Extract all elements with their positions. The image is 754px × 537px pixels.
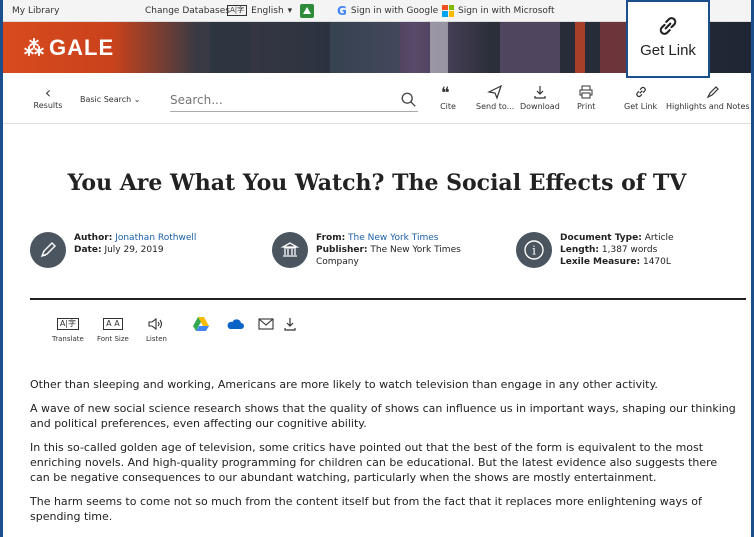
link-icon <box>635 86 646 98</box>
get-link-button[interactable]: Get Link <box>624 84 657 111</box>
highlights-label: Highlights and Notes (0 <box>666 102 754 111</box>
document-toolbar: ‹ Results Basic Search ⌄ ❝ Cite Send to.… <box>0 80 754 124</box>
sign-in-google-button[interactable]: G Sign in with Google <box>337 4 438 18</box>
onedrive-icon <box>227 319 244 329</box>
gale-logo[interactable]: ⁂ GALE <box>24 35 114 61</box>
language-label: English <box>251 5 284 16</box>
info-icon: i <box>516 232 552 268</box>
date-value: July 29, 2019 <box>104 245 164 255</box>
get-link-callout-label: Get Link <box>640 42 696 59</box>
caret-down-icon: ▾ <box>287 5 293 16</box>
gale-logo-text: GALE <box>49 35 115 60</box>
paragraph: The harm seems to come not so much from … <box>30 495 702 523</box>
get-link-label: Get Link <box>624 102 658 111</box>
font-size-label: Font Size <box>97 335 129 343</box>
language-selector[interactable]: A|字 English ▾ <box>227 5 292 16</box>
get-link-callout[interactable]: Get Link <box>626 0 710 78</box>
change-databases-link[interactable]: Change Databases <box>145 6 230 16</box>
length-value: 1,387 words <box>601 245 658 255</box>
lexile-value: 1470L <box>642 257 671 267</box>
paragraph: In this so-called golden age of televisi… <box>30 441 718 484</box>
section-divider <box>30 298 746 300</box>
translate-icon: A|字 <box>56 318 79 330</box>
sign-in-microsoft-label: Sign in with Microsoft <box>458 5 555 16</box>
basic-search-label: Basic Search <box>80 95 132 104</box>
sign-in-google-label: Sign in with Google <box>350 5 439 16</box>
download-icon <box>284 318 296 331</box>
email-button[interactable] <box>258 315 274 335</box>
cite-button[interactable]: ❝ Cite <box>440 84 456 111</box>
download-button[interactable]: Download <box>520 84 560 111</box>
source-meta: From: The New York Times Publisher: The … <box>272 232 472 268</box>
listen-label: Listen <box>146 335 167 343</box>
search-input[interactable] <box>170 92 400 107</box>
length-label: Length: <box>560 245 599 255</box>
translate-label: Translate <box>52 335 84 343</box>
highlights-notes-button[interactable]: Highlights and Notes (0 <box>666 84 754 111</box>
doctype-label: Document Type: <box>560 233 642 243</box>
doctype-value: Article <box>644 233 674 243</box>
my-library-link[interactable]: My Library <box>12 6 59 16</box>
google-drive-icon[interactable] <box>300 3 314 18</box>
sign-in-microsoft-button[interactable]: Sign in with Microsoft <box>442 4 555 17</box>
chevron-down-icon: ⌄ <box>133 95 141 104</box>
gale-logo-icon: ⁂ <box>24 37 45 60</box>
link-icon <box>659 17 677 35</box>
send-to-label: Send to... <box>476 102 515 111</box>
download-tool-button[interactable] <box>282 315 298 335</box>
author-meta: Author: Jonathan Rothwell Date: July 29,… <box>30 232 196 268</box>
results-label: Results <box>33 101 63 110</box>
date-label: Date: <box>74 245 102 255</box>
from-label: From: <box>316 233 346 243</box>
speaker-icon <box>148 317 163 331</box>
print-label: Print <box>577 102 596 111</box>
translate-icon: A|字 <box>227 5 248 16</box>
institution-icon <box>272 232 308 268</box>
send-icon <box>487 84 503 100</box>
author-label: Author: <box>74 233 113 243</box>
google-drive-icon <box>193 317 209 331</box>
chevron-left-icon: ‹ <box>44 83 52 102</box>
cite-label: Cite <box>440 102 456 111</box>
svg-text:❝: ❝ <box>441 84 450 100</box>
email-icon <box>258 318 274 330</box>
doctype-meta: i Document Type: Article Length: 1,387 w… <box>516 232 674 268</box>
search-box <box>170 88 418 112</box>
font-size-icon: A A <box>103 318 123 330</box>
font-size-button[interactable]: A A Font Size <box>97 315 129 343</box>
highlighter-icon <box>706 86 719 99</box>
google-icon: G <box>337 3 347 18</box>
download-label: Download <box>520 102 560 111</box>
download-icon <box>534 86 546 99</box>
article-body: Other than sleeping and working, America… <box>30 377 740 533</box>
google-drive-button[interactable] <box>192 315 210 335</box>
pen-icon <box>30 232 66 268</box>
microsoft-icon <box>442 4 454 17</box>
paragraph: Other than sleeping and working, America… <box>30 378 658 391</box>
author-link[interactable]: Jonathan Rothwell <box>115 233 196 243</box>
listen-button[interactable]: Listen <box>146 315 167 343</box>
publisher-label: Publisher: <box>316 245 368 255</box>
translate-button[interactable]: A|字 Translate <box>52 315 84 343</box>
send-to-button[interactable]: Send to... <box>476 84 514 111</box>
lexile-label: Lexile Measure: <box>560 257 641 267</box>
quote-icon: ❝ <box>441 84 450 100</box>
source-link[interactable]: The New York Times <box>348 233 438 243</box>
onedrive-button[interactable] <box>226 315 244 335</box>
print-button[interactable]: Print <box>577 84 595 111</box>
paragraph: A wave of new social science research sh… <box>30 402 736 430</box>
document-title: You Are What You Watch? The Social Effec… <box>67 170 687 196</box>
print-icon <box>579 85 593 99</box>
back-to-results-button[interactable]: ‹ Results <box>32 83 64 111</box>
search-icon[interactable] <box>400 91 418 109</box>
svg-text:i: i <box>532 244 536 258</box>
basic-search-dropdown[interactable]: Basic Search ⌄ <box>80 95 140 104</box>
